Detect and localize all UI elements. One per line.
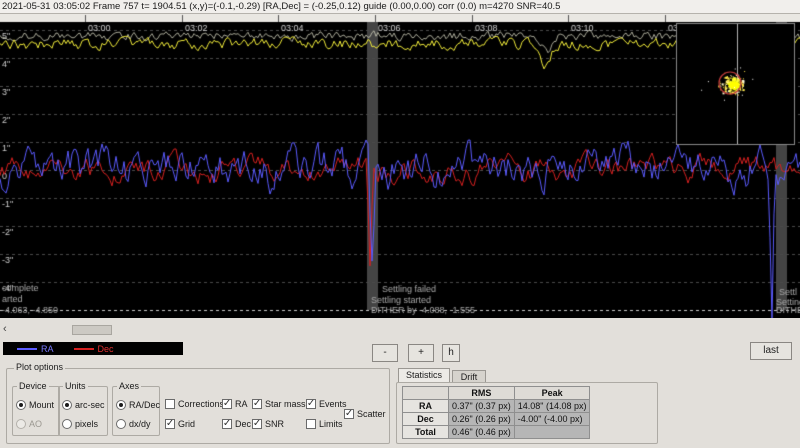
checkbox-icon: ✓ <box>306 398 316 409</box>
checkbox-icon: ✓ <box>252 398 262 409</box>
last-button[interactable]: last <box>750 342 792 360</box>
zoom-in-button[interactable]: + <box>408 344 434 362</box>
checkbox-corrections[interactable]: Corrections <box>165 399 224 409</box>
checkbox-icon: ✓ <box>344 408 354 419</box>
radio-icon <box>116 400 126 410</box>
row-label: RA <box>402 399 449 413</box>
rms-header: RMS <box>448 386 515 400</box>
row-label: Total <box>402 425 449 439</box>
ra-rms-value: 0.37" (0.37 px) <box>448 399 515 413</box>
checkbox-grid[interactable]: ✓ Grid <box>165 419 195 429</box>
peak-header: Peak <box>513 386 591 400</box>
tab-statistics[interactable]: Statistics <box>398 368 450 383</box>
checkbox-icon: ✓ <box>222 398 232 409</box>
radio-icon <box>16 419 26 429</box>
checkbox-ra[interactable]: ✓ RA <box>222 399 248 409</box>
graph-legend: RA Dec <box>3 342 183 355</box>
checkbox-limits[interactable]: Limits <box>306 419 343 429</box>
total-peak-value <box>513 425 591 439</box>
device-group-label: Device <box>17 381 49 391</box>
table-header-row: RMS Peak <box>402 386 591 400</box>
units-group-label: Units <box>63 381 88 391</box>
total-rms-value: 0.46" (0.46 px) <box>448 425 515 439</box>
checkbox-snr[interactable]: ✓ SNR <box>252 419 284 429</box>
statistics-table: RMS Peak RA 0.37" (0.37 px) 14.08" (14.0… <box>402 386 591 439</box>
dec-rms-value: 0.26" (0.26 px) <box>448 412 515 426</box>
radio-axes-dxdy[interactable]: dx/dy <box>116 419 151 429</box>
ra-peak-value: 14.08" (14.08 px) <box>513 399 591 413</box>
radio-icon <box>62 400 72 410</box>
checkbox-icon: ✓ <box>165 418 175 429</box>
phd-log-viewer-window: 2021-05-31 03:05:02 Frame 757 t= 1904.51… <box>0 0 800 448</box>
plot-options-title: Plot options <box>14 362 66 372</box>
table-row: RA 0.37" (0.37 px) 14.08" (14.08 px) <box>402 399 591 413</box>
frame-info-bar: 2021-05-31 03:05:02 Frame 757 t= 1904.51… <box>0 0 800 14</box>
scroll-left-icon[interactable]: ‹ <box>3 324 7 335</box>
fit-horizontal-button[interactable]: h <box>442 344 460 362</box>
table-row: Dec 0.26" (0.26 px) -4.00" (-4.00 px) <box>402 412 591 426</box>
dec-peak-value: -4.00" (-4.00 px) <box>513 412 591 426</box>
radio-axes-radec[interactable]: RA/Dec <box>116 400 160 410</box>
checkbox-dec[interactable]: ✓ Dec <box>222 419 251 429</box>
checkbox-events[interactable]: ✓ Events <box>306 399 347 409</box>
checkbox-icon <box>165 399 175 409</box>
radio-device-ao[interactable]: AO <box>16 419 42 429</box>
checkbox-icon: ✓ <box>222 418 232 429</box>
dec-line-sample <box>73 347 94 350</box>
table-row: Total 0.46" (0.46 px) <box>402 425 591 439</box>
axes-group-label: Axes <box>117 381 142 391</box>
radio-units-pixels[interactable]: pixels <box>62 419 98 429</box>
ra-line-sample <box>17 347 37 350</box>
row-label: Dec <box>402 412 449 426</box>
radio-device-mount[interactable]: Mount <box>16 400 54 410</box>
radio-icon <box>62 419 72 429</box>
radio-icon <box>16 400 26 410</box>
zoom-out-button[interactable]: - <box>372 344 398 362</box>
checkbox-scatter[interactable]: ✓ Scatter <box>344 409 386 419</box>
graph-scrollbar-thumb[interactable] <box>72 325 112 335</box>
corner-cell <box>402 386 449 400</box>
guide-graph-canvas[interactable] <box>0 14 800 318</box>
checkbox-icon <box>306 419 316 429</box>
legend-dec-label: Dec <box>97 343 114 354</box>
radio-icon <box>116 419 126 429</box>
radio-units-arcsec[interactable]: arc-sec <box>62 400 105 410</box>
checkbox-icon: ✓ <box>252 418 262 429</box>
checkbox-star-mass[interactable]: ✓ Star mass <box>252 399 306 409</box>
legend-ra-label: RA <box>41 343 54 354</box>
